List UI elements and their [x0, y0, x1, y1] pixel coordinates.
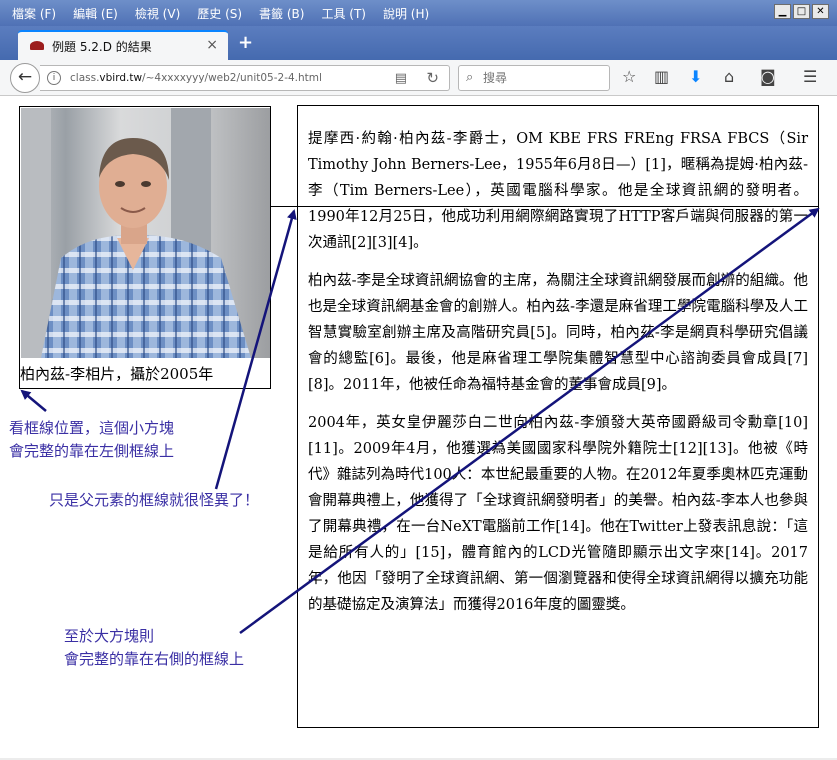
annotation-parent-border: 只是父元素的框線就很怪異了！	[49, 491, 260, 509]
search-box[interactable]: ⌕	[458, 65, 610, 91]
search-input[interactable]	[483, 69, 603, 87]
portrait-photo	[21, 108, 270, 358]
library-icon[interactable]: ▥	[654, 67, 669, 86]
tab-close-icon[interactable]: ×	[206, 37, 218, 53]
bio-paragraph-3: 2004年，英女皇伊麗莎白二世向柏內茲-李頒發大英帝國爵級司令勳章[10][11…	[308, 415, 808, 613]
new-tab-button[interactable]: +	[238, 32, 253, 53]
bio-paragraph-2: 柏內茲-李是全球資訊網協會的主席，為關注全球資訊網發展而創辦的組織。他也是全球資…	[308, 273, 808, 393]
menu-bookmarks[interactable]: 書籤 (B)	[259, 5, 304, 22]
home-icon[interactable]: ⌂	[724, 67, 734, 86]
reload-icon[interactable]: ↻	[426, 69, 439, 87]
menu-help[interactable]: 說明 (H)	[383, 5, 429, 22]
hamburger-menu-icon[interactable]: ☰	[803, 67, 817, 86]
annotation-small-box: 看框線位置，這個小方塊 會完整的靠在左側框線上	[9, 419, 175, 460]
menu-bar: 檔案 (F) 編輯 (E) 檢視 (V) 歷史 (S) 書籤 (B) 工具 (T…	[0, 0, 837, 26]
tab-strip: 例題 5.2.D 的結果 × +	[0, 26, 837, 60]
reader-view-icon[interactable]: ▤	[395, 71, 407, 86]
menu-file[interactable]: 檔案 (F)	[12, 5, 56, 22]
bio-paragraph-1: 提摩西·約翰·柏內茲-李爵士，OM KBE FRS FREng FRSA FBC…	[308, 131, 808, 251]
url-bar[interactable]: i class.vbird.tw/~4xxxxyyy/web2/unit05-2…	[40, 65, 450, 91]
pocket-icon[interactable]: ◙	[760, 67, 776, 86]
menu-view[interactable]: 檢視 (V)	[135, 5, 180, 22]
bookmark-star-icon[interactable]: ☆	[622, 67, 636, 86]
small-float-box: 柏內茲-李相片，攝於2005年	[19, 106, 271, 389]
navigation-bar: ← i class.vbird.tw/~4xxxxyyy/web2/unit05…	[0, 60, 837, 96]
portrait-image	[21, 108, 251, 358]
arrow-to-small-box	[20, 389, 47, 412]
photo-caption: 柏內茲-李相片，攝於2005年	[20, 365, 214, 383]
tab-active[interactable]: 例題 5.2.D 的結果 ×	[18, 30, 228, 60]
tab-title: 例題 5.2.D 的結果	[52, 40, 152, 54]
search-icon: ⌕	[466, 70, 474, 85]
close-window-button[interactable]: ✕	[812, 4, 829, 19]
download-icon[interactable]: ⬇	[689, 67, 702, 86]
menu-tools[interactable]: 工具 (T)	[321, 5, 366, 22]
page-content: 柏內茲-李相片，攝於2005年 提摩西·約翰·柏內茲-李爵士，OM KBE FR…	[0, 97, 837, 760]
menu-history[interactable]: 歷史 (S)	[197, 5, 242, 22]
maximize-button[interactable]: □	[793, 4, 810, 19]
minimize-button[interactable]: ▁	[774, 4, 791, 19]
annotation-big-box: 至於大方塊則 會完整的靠在右側的框線上	[64, 627, 245, 668]
favicon-icon	[30, 41, 44, 50]
menu-edit[interactable]: 編輯 (E)	[73, 5, 118, 22]
info-icon[interactable]: i	[47, 71, 61, 85]
large-float-box: 提摩西·約翰·柏內茲-李爵士，OM KBE FRS FREng FRSA FBC…	[297, 105, 819, 728]
parent-border-line	[271, 206, 819, 207]
back-button[interactable]: ←	[10, 63, 40, 93]
url-text[interactable]: class.vbird.tw/~4xxxxyyy/web2/unit05-2-4…	[70, 72, 322, 84]
